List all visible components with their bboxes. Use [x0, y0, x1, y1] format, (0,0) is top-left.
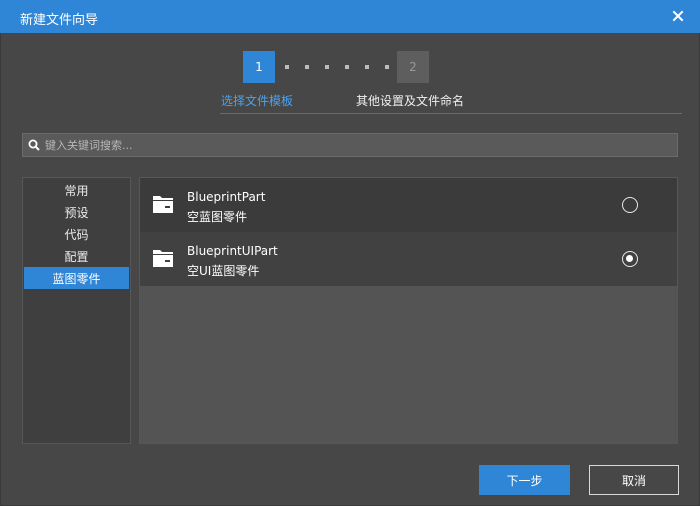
template-list: BlueprintPart 空蓝图零件 BlueprintUIPart 空UI蓝…: [139, 177, 678, 444]
step-connector: [285, 65, 389, 69]
cancel-button[interactable]: 取消: [589, 465, 679, 495]
step-1-indicator: 1: [243, 51, 275, 83]
sidebar-item-blueprint-part[interactable]: 蓝图零件: [24, 267, 129, 289]
template-item-blueprintpart[interactable]: BlueprintPart 空蓝图零件: [140, 178, 677, 232]
search-icon: [28, 139, 40, 151]
step-1-label: 选择文件模板: [221, 94, 294, 108]
folder-icon: [153, 195, 173, 213]
template-name: BlueprintPart: [187, 190, 266, 204]
template-item-blueprintuipart[interactable]: BlueprintUIPart 空UI蓝图零件: [140, 232, 677, 286]
template-radio[interactable]: [622, 197, 638, 213]
step-2-indicator: 2: [397, 51, 429, 83]
sidebar-item-code[interactable]: 代码: [23, 223, 130, 245]
step-2-label: 其他设置及文件命名: [356, 94, 465, 108]
template-name: BlueprintUIPart: [187, 244, 278, 258]
close-icon[interactable]: [668, 6, 688, 26]
title-bar: 新建文件向导: [0, 0, 700, 33]
folder-icon: [153, 249, 173, 267]
step-divider: [220, 113, 682, 114]
template-description: 空蓝图零件: [187, 210, 248, 224]
category-sidebar: 常用 预设 代码 配置 蓝图零件: [22, 177, 131, 444]
search-input[interactable]: [45, 138, 677, 152]
sidebar-item-common[interactable]: 常用: [23, 179, 130, 201]
search-bar[interactable]: [22, 133, 678, 157]
template-radio[interactable]: [622, 251, 638, 267]
window-title: 新建文件向导: [20, 13, 99, 28]
sidebar-item-preset[interactable]: 预设: [23, 201, 130, 223]
template-description: 空UI蓝图零件: [187, 264, 260, 278]
sidebar-item-config[interactable]: 配置: [23, 245, 130, 267]
next-button[interactable]: 下一步: [479, 465, 570, 495]
